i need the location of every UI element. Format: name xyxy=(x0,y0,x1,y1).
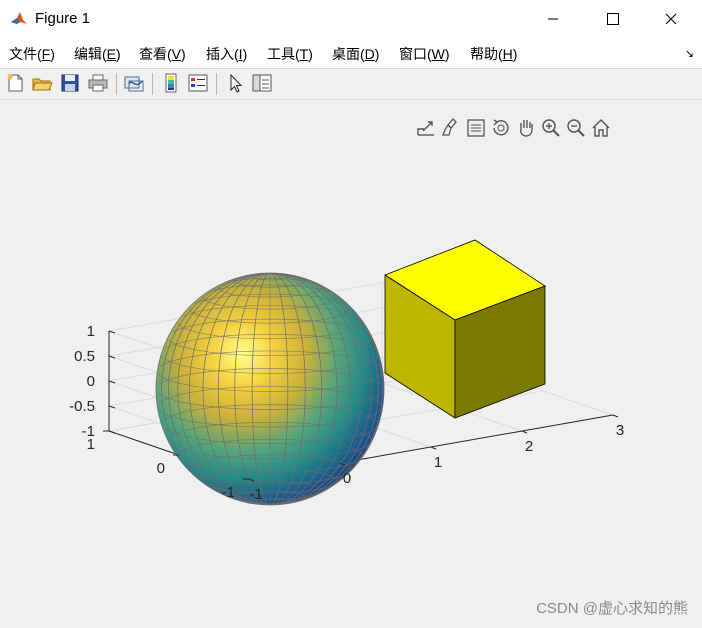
z-tick-mark xyxy=(108,430,116,434)
close-icon xyxy=(665,13,677,25)
x-tick-mark xyxy=(430,446,437,450)
axes-3d[interactable]: -10123-101-1-0.500.51 xyxy=(0,100,702,628)
x-tick-label: 0 xyxy=(343,470,351,487)
x-tick-mark xyxy=(612,414,619,418)
insert-colorbar-icon[interactable] xyxy=(160,72,182,94)
cube-surface xyxy=(384,239,546,419)
x-tick-label: 1 xyxy=(434,454,442,471)
title-bar: Figure 1 xyxy=(0,0,702,38)
toolbar-separator xyxy=(116,73,117,95)
maximize-button[interactable] xyxy=(590,4,636,34)
matlab-logo-icon xyxy=(10,9,28,27)
z-tick-label: -0.5 xyxy=(69,398,95,415)
toolbar-separator xyxy=(152,73,153,95)
edit-plot-arrow-icon[interactable] xyxy=(224,72,246,94)
menu-file[interactable]: 文件(F) xyxy=(9,44,55,64)
z-tick-label: -1 xyxy=(82,423,95,440)
menu-insert[interactable]: 插入(I) xyxy=(206,44,247,64)
close-button[interactable] xyxy=(648,4,694,34)
dock-figure-button[interactable]: ↘ xyxy=(685,47,694,60)
minimize-icon xyxy=(548,18,558,20)
x-tick-label: 3 xyxy=(616,422,624,439)
open-file-icon[interactable] xyxy=(31,72,53,94)
y-tick-label: 0 xyxy=(157,460,165,477)
menu-window[interactable]: 窗口(W) xyxy=(399,44,450,64)
menu-view[interactable]: 查看(V) xyxy=(139,44,186,64)
z-tick-mark xyxy=(108,380,116,384)
menu-tools[interactable]: 工具(T) xyxy=(267,44,313,64)
z-tick-mark xyxy=(108,330,116,334)
y-tick-label: -1 xyxy=(222,484,235,501)
z-tick-label: 1 xyxy=(87,323,95,340)
z-tick-label: 0 xyxy=(87,373,95,390)
menu-bar: 文件(F) 编辑(E) 查看(V) 插入(I) 工具(T) 桌面(D) 窗口(W… xyxy=(0,38,702,69)
watermark: CSDN @虚心求知的熊 xyxy=(536,600,688,617)
maximize-icon xyxy=(607,13,619,25)
z-tick-label: 0.5 xyxy=(74,348,95,365)
x-tick-label: -1 xyxy=(249,486,262,503)
x-tick-mark xyxy=(521,430,528,434)
insert-legend-icon[interactable] xyxy=(187,72,209,94)
z-tick-mark xyxy=(108,405,116,409)
minimize-button[interactable] xyxy=(530,4,576,34)
menu-desktop[interactable]: 桌面(D) xyxy=(332,44,379,64)
menu-edit[interactable]: 编辑(E) xyxy=(74,44,121,64)
print-icon[interactable] xyxy=(87,72,109,94)
x-tick-label: 2 xyxy=(525,438,533,455)
property-inspector-icon[interactable] xyxy=(251,72,273,94)
link-plot-icon[interactable] xyxy=(123,72,145,94)
window-title: Figure 1 xyxy=(35,10,91,27)
toolbar-separator xyxy=(216,73,217,95)
menu-help[interactable]: 帮助(H) xyxy=(470,44,517,64)
save-icon[interactable] xyxy=(59,72,81,94)
new-figure-icon[interactable] xyxy=(4,72,26,94)
z-tick-mark xyxy=(108,355,116,359)
figure-toolbar xyxy=(0,69,702,100)
